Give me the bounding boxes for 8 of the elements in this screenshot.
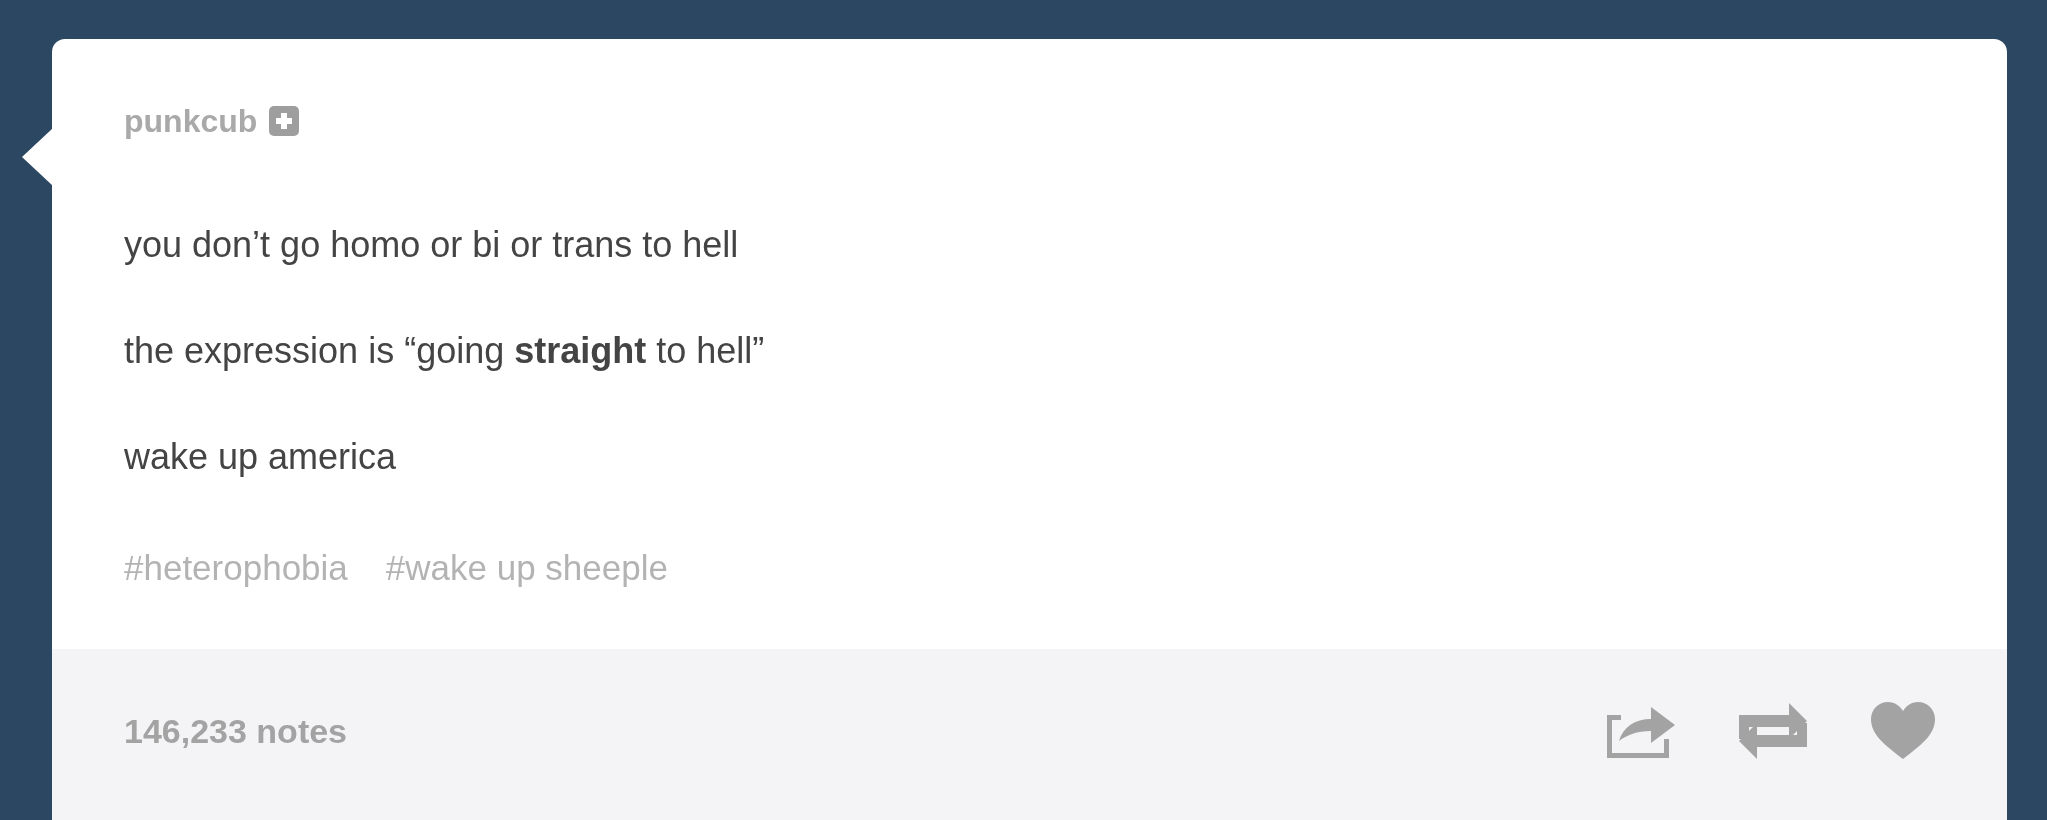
- tag-link[interactable]: #wake up sheeple: [385, 546, 668, 590]
- post-text: you don’t go homo or bi or trans to hell: [124, 223, 740, 267]
- post-text: wake up america: [124, 435, 398, 479]
- username[interactable]: punkcub: [124, 101, 258, 141]
- notes-count[interactable]: 146,233 notes: [124, 709, 348, 753]
- plus-icon[interactable]: [269, 106, 300, 136]
- tag-link[interactable]: #heterophobia: [124, 546, 348, 590]
- post-text: the expression is “going straight to hell”: [124, 329, 766, 373]
